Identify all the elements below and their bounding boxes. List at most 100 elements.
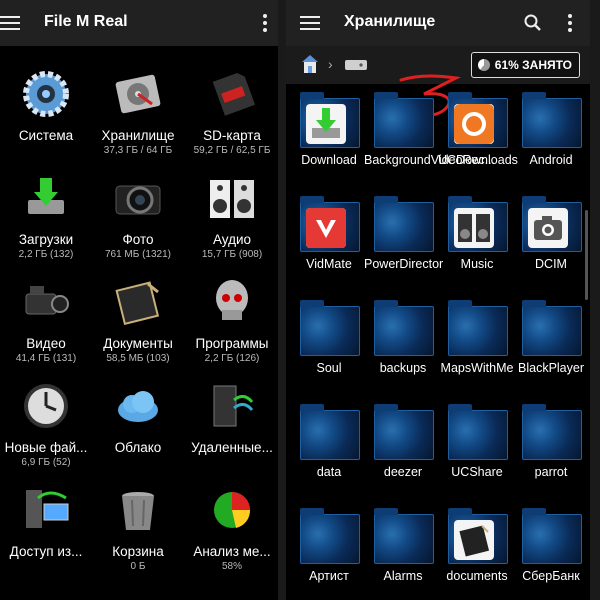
category-tile[interactable]: Программы 2,2 ГБ (126) xyxy=(186,264,278,368)
usage-label: 61% ЗАНЯТО xyxy=(494,58,572,72)
device-root-icon[interactable] xyxy=(298,52,322,76)
folder-name: UCDownloads xyxy=(438,153,518,167)
category-label: Облако xyxy=(114,440,162,455)
folder-item[interactable]: parrot xyxy=(514,404,588,508)
notebook-icon xyxy=(112,276,164,328)
folder-item[interactable]: backups xyxy=(366,300,440,404)
hard-drive-icon xyxy=(112,68,164,120)
folder-icon xyxy=(374,508,434,564)
notebook-app-icon xyxy=(454,520,494,560)
category-label: Корзина xyxy=(112,544,164,559)
folder-item[interactable]: Android xyxy=(514,92,588,196)
uc-browser-icon xyxy=(454,104,494,144)
category-tile[interactable]: Удаленные... xyxy=(186,368,278,472)
category-stats: 15,7 ГБ (908) xyxy=(201,249,263,260)
category-label: Доступ из... xyxy=(9,544,83,559)
storage-usage-badge[interactable]: 61% ЗАНЯТО xyxy=(470,52,580,78)
category-tile[interactable]: Доступ из... xyxy=(0,472,92,576)
folder-name: deezer xyxy=(383,465,423,479)
category-label: Видео xyxy=(26,336,66,351)
right-edge xyxy=(590,0,600,600)
folder-item[interactable]: deezer xyxy=(366,404,440,508)
gear-icon xyxy=(20,68,72,120)
category-tile[interactable]: Аудио 15,7 ГБ (908) xyxy=(186,160,278,264)
folder-item[interactable]: VidMate xyxy=(292,196,366,300)
breadcrumb-chevron-icon: › xyxy=(328,56,333,72)
category-tile[interactable]: Хранилище 37,3 ГБ / 64 ГБ xyxy=(92,56,184,160)
category-label: Программы xyxy=(195,336,269,351)
folder-icon xyxy=(300,508,360,564)
app-title: File M Real xyxy=(44,13,128,30)
speakers-app-icon xyxy=(454,208,494,248)
folder-item[interactable]: data xyxy=(292,404,366,508)
home-screen: File M Real Система Хранилище 37,3 ГБ / 64… xyxy=(0,0,278,600)
category-stats: 2,2 ГБ (126) xyxy=(204,353,260,364)
vidmate-icon xyxy=(306,208,346,248)
folder-name: Soul xyxy=(316,361,342,375)
folder-item[interactable]: Music xyxy=(440,196,514,300)
folder-item[interactable]: Артист xyxy=(292,508,366,600)
storage-screen: Хранилище › 61% ЗАНЯТО Download Backgroun… xyxy=(286,0,590,600)
category-tile[interactable]: Корзина 0 Б xyxy=(92,472,184,576)
folder-item[interactable]: documents xyxy=(440,508,514,600)
folder-name: backups xyxy=(379,361,427,375)
network-computer-icon xyxy=(20,484,72,536)
category-tile[interactable]: Анализ ме... 58% xyxy=(186,472,278,576)
folder-item[interactable]: Soul xyxy=(292,300,366,404)
download-app-icon xyxy=(306,104,346,144)
folder-name: Alarms xyxy=(383,569,423,583)
overflow-menu-icon[interactable] xyxy=(262,14,268,32)
category-stats: 2,2 ГБ (132) xyxy=(18,249,74,260)
folder-name: PowerDirector xyxy=(364,257,444,271)
folder-item[interactable]: BlackPlayer xyxy=(514,300,588,404)
hard-drive-icon[interactable] xyxy=(344,58,368,72)
folder-item[interactable]: PowerDirector xyxy=(364,196,444,300)
menu-icon[interactable] xyxy=(300,13,320,33)
category-tile[interactable]: Система xyxy=(0,56,92,160)
category-stats: 761 МБ (1321) xyxy=(104,249,172,260)
category-tile[interactable]: Документы 58,5 МБ (103) xyxy=(92,264,184,368)
category-stats: 41,4 ГБ (131) xyxy=(15,353,77,364)
folder-icon xyxy=(522,404,582,460)
camera-app-icon xyxy=(528,208,568,248)
category-stats: 58,5 МБ (103) xyxy=(106,353,170,364)
category-tile[interactable]: Облако xyxy=(92,368,184,472)
folder-item[interactable]: Download xyxy=(292,92,366,196)
folder-item[interactable]: MapsWithMe xyxy=(440,300,514,404)
download-icon xyxy=(20,172,72,224)
folder-item[interactable]: Alarms xyxy=(366,508,440,600)
usage-pie-icon xyxy=(477,59,490,71)
category-stats: 37,3 ГБ / 64 ГБ xyxy=(103,145,173,156)
menu-icon[interactable] xyxy=(0,13,20,33)
folder-item[interactable]: UCDownloads xyxy=(438,92,518,196)
category-tile[interactable]: Загрузки 2,2 ГБ (132) xyxy=(0,160,92,264)
category-label: Система xyxy=(18,128,74,143)
search-icon[interactable] xyxy=(524,14,542,32)
folder-icon xyxy=(374,300,434,356)
cloud-icon xyxy=(112,380,164,432)
folder-name: UCShare xyxy=(451,465,503,479)
folder-name: parrot xyxy=(534,465,568,479)
scrollbar[interactable] xyxy=(585,210,588,300)
category-tile[interactable]: Видео 41,4 ГБ (131) xyxy=(0,264,92,368)
sd-card-icon xyxy=(206,68,258,120)
camera-icon xyxy=(112,172,164,224)
category-label: Хранилище xyxy=(101,128,175,143)
folder-item[interactable]: BackgroundVideoRec... xyxy=(364,92,495,196)
category-tile[interactable]: Новые фай... 6,9 ГБ (52) xyxy=(0,368,92,472)
folder-name: Music xyxy=(460,257,494,271)
folder-name: СберБанк xyxy=(522,569,580,583)
category-tile[interactable]: SD-карта 59,2 ГБ / 62,5 ГБ xyxy=(186,56,278,160)
category-tile[interactable]: Фото 761 МБ (1321) xyxy=(92,160,184,264)
breadcrumb: › 61% ЗАНЯТО xyxy=(286,46,590,117)
folder-item[interactable]: UCShare xyxy=(440,404,514,508)
folder-item[interactable]: СберБанк xyxy=(514,508,588,600)
folder-name: Android xyxy=(529,153,573,167)
overflow-menu-icon[interactable] xyxy=(567,14,573,32)
folder-name: VidMate xyxy=(306,257,352,271)
folder-name: DCIM xyxy=(535,257,567,271)
category-label: Удаленные... xyxy=(191,440,273,455)
screens-divider xyxy=(278,0,286,600)
folder-item[interactable]: DCIM xyxy=(514,196,588,300)
folder-icon xyxy=(448,404,508,460)
